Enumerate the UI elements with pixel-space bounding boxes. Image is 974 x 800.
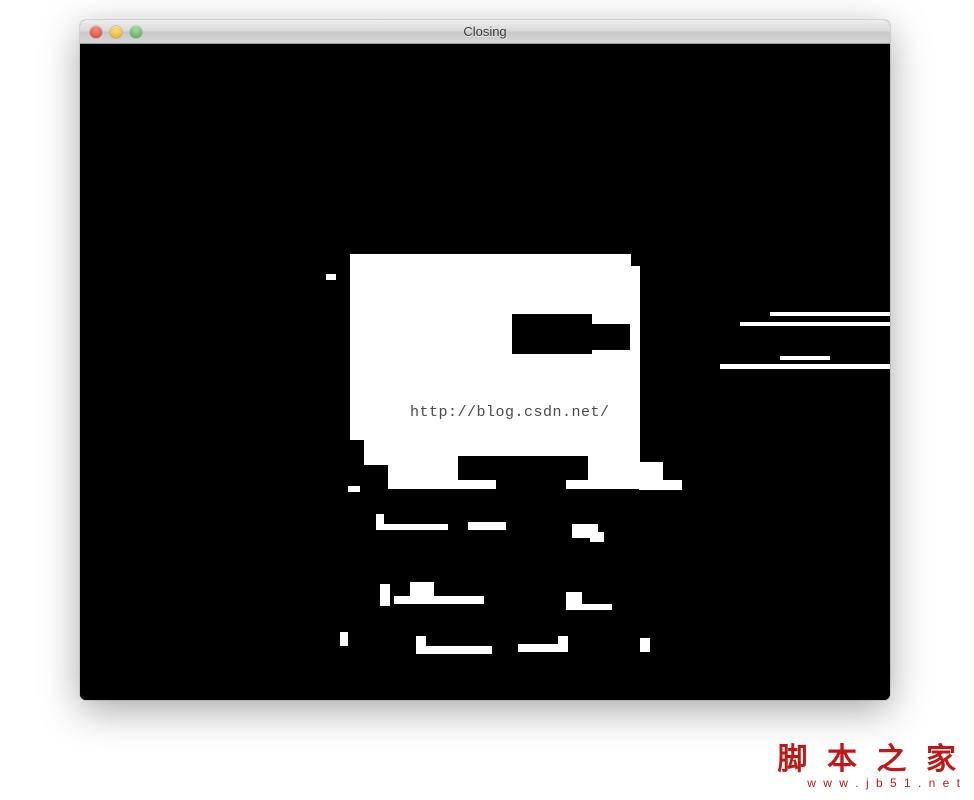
frag-7 bbox=[340, 632, 348, 646]
site-watermark-en: w w w . j b 5 1 . n e t bbox=[778, 777, 963, 790]
frag-3b bbox=[590, 532, 604, 542]
streak-r2 bbox=[720, 364, 890, 369]
minimize-icon[interactable] bbox=[110, 26, 122, 38]
frag-9b bbox=[558, 636, 568, 652]
close-icon[interactable] bbox=[90, 26, 102, 38]
notch-bl-2 bbox=[346, 440, 364, 488]
frag-5b bbox=[410, 582, 434, 596]
frag-4 bbox=[380, 584, 390, 606]
traffic-lights bbox=[80, 26, 142, 38]
app-window: Closing bbox=[80, 20, 890, 700]
frag-1b bbox=[376, 514, 384, 530]
frag-10 bbox=[640, 638, 650, 652]
maximize-icon[interactable] bbox=[130, 26, 142, 38]
site-watermark: 脚 本 之 家 w w w . j b 5 1 . n e t bbox=[778, 744, 963, 790]
titlebar: Closing bbox=[80, 20, 890, 44]
watermark-url: http://blog.csdn.net/ bbox=[410, 404, 610, 421]
streak-r2b bbox=[780, 356, 830, 360]
image-content: http://blog.csdn.net/ bbox=[80, 44, 890, 700]
frag-8 bbox=[422, 646, 492, 654]
frag-tl bbox=[326, 274, 336, 280]
site-watermark-cn: 脚 本 之 家 bbox=[778, 744, 963, 776]
hole-bottom-2 bbox=[496, 474, 566, 490]
frag-8b bbox=[416, 636, 426, 654]
streak-r1b bbox=[770, 312, 890, 316]
streak-r1 bbox=[740, 322, 890, 326]
blob-main bbox=[350, 254, 640, 489]
notch-tr bbox=[631, 252, 643, 266]
frag-2 bbox=[468, 522, 506, 530]
frag-1 bbox=[378, 524, 448, 530]
window-title: Closing bbox=[80, 24, 890, 39]
hole-top-2 bbox=[582, 324, 630, 350]
blob-side-2 bbox=[652, 480, 682, 490]
frag-6b bbox=[578, 604, 612, 610]
frag-bot-mid bbox=[348, 486, 360, 492]
frag-5 bbox=[394, 596, 484, 604]
hole-top bbox=[512, 314, 592, 354]
